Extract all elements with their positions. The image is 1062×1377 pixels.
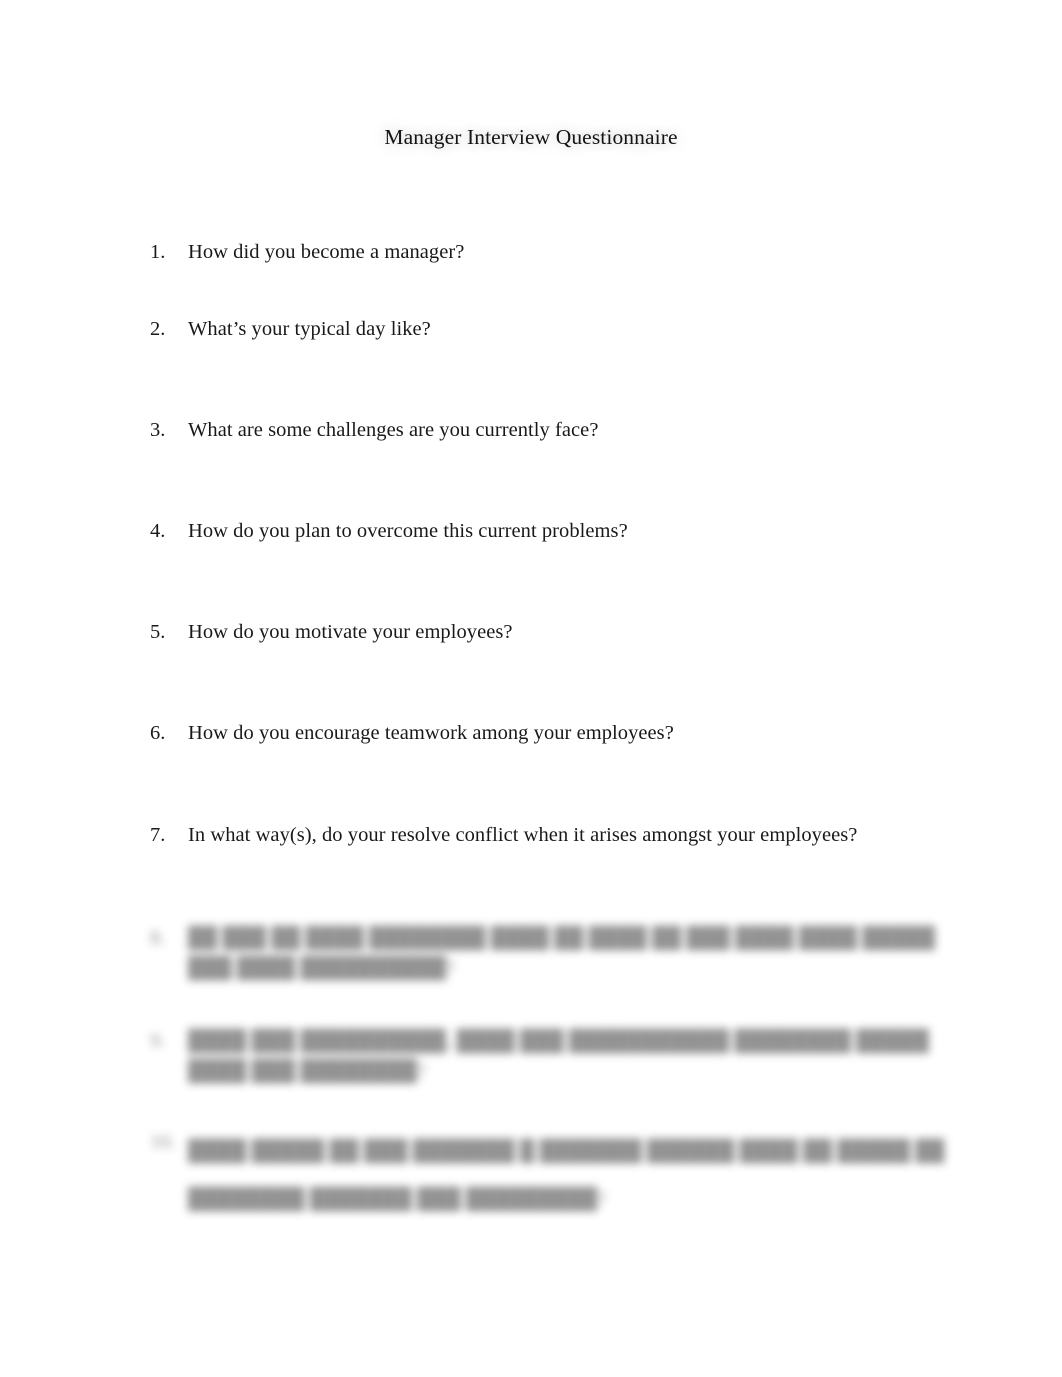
question-text-10: ████ █████ ██ ███ ███████ █ ███████ ████…	[188, 1140, 945, 1210]
question-number-2: 2.	[150, 318, 166, 340]
question-text-6: How do you encourage teamwork among your…	[188, 722, 674, 744]
question-text-7: In what way(s), do your resolve conflict…	[188, 824, 858, 846]
question-text-8: ██ ███ ██ ████ ████████ ████ ██ ████ ██ …	[188, 927, 936, 979]
question-list: 1. How did you become a manager? 2. What…	[0, 0, 1062, 1377]
question-item-6: 6. How do you encourage teamwork among y…	[150, 718, 940, 748]
question-number-8: 8.	[150, 927, 166, 949]
question-number-4: 4.	[150, 520, 166, 542]
question-number-3: 3.	[150, 419, 166, 441]
document-page: Manager Interview Questionnaire 1. How d…	[0, 0, 1062, 1377]
question-number-7: 7.	[150, 824, 166, 846]
question-item-7: 7. In what way(s), do your resolve confl…	[150, 820, 940, 850]
question-text-4: How do you plan to overcome this current…	[188, 520, 628, 542]
question-item-9: 9. ████ ███ ██████████, ████ ███ ███████…	[150, 1026, 940, 1086]
question-item-8: 8. ██ ███ ██ ████ ████████ ████ ██ ████ …	[150, 923, 940, 983]
question-text-3: What are some challenges are you current…	[188, 419, 599, 441]
question-item-4: 4. How do you plan to overcome this curr…	[150, 516, 940, 546]
question-number-5: 5.	[150, 621, 166, 643]
question-number-6: 6.	[150, 722, 166, 744]
question-item-1: 1. How did you become a manager?	[150, 237, 940, 267]
question-item-2: 2. What’s your typical day like?	[150, 314, 940, 344]
question-text-1: How did you become a manager?	[188, 241, 465, 263]
question-number-9: 9.	[150, 1030, 166, 1052]
question-item-3: 3. What are some challenges are you curr…	[150, 415, 940, 445]
question-item-5: 5. How do you motivate your employees?	[150, 617, 940, 647]
question-number-1: 1.	[150, 241, 166, 263]
question-item-10: 10. ████ █████ ██ ███ ███████ █ ███████ …	[150, 1127, 944, 1223]
question-number-10: 10.	[150, 1131, 176, 1153]
question-text-5: How do you motivate your employees?	[188, 621, 513, 643]
question-text-9: ████ ███ ██████████, ████ ███ ██████████…	[188, 1030, 929, 1082]
question-text-2: What’s your typical day like?	[188, 318, 431, 340]
